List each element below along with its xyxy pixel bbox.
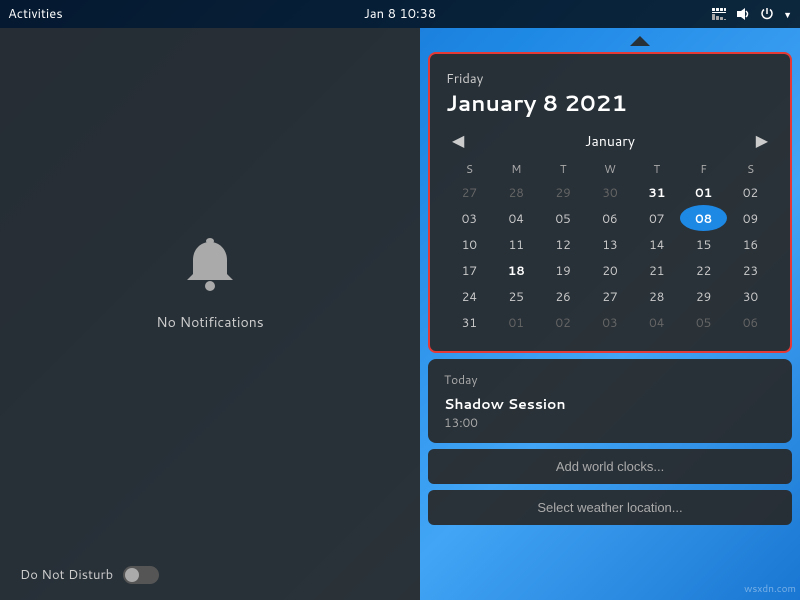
toggle-knob <box>125 568 139 582</box>
cal-day-cell[interactable]: 27 <box>587 283 634 309</box>
power-icon[interactable] <box>759 6 775 22</box>
notifications-panel: No Notifications Do Not Disturb <box>0 28 420 600</box>
cal-day-cell[interactable]: 22 <box>680 257 727 283</box>
cal-day-cell[interactable]: 03 <box>587 309 634 335</box>
dropdown-icon[interactable]: ▼ <box>783 8 792 21</box>
cal-day-cell[interactable]: 02 <box>540 309 587 335</box>
topbar: Activities Jan 8 10:38 <box>0 0 800 28</box>
event-time: 13:00 <box>444 414 776 431</box>
cal-prev-button[interactable]: ◀ <box>446 129 470 153</box>
cal-day-cell[interactable]: 14 <box>633 231 680 257</box>
cal-weekday-header: M <box>493 159 540 179</box>
cal-day-cell[interactable]: 05 <box>680 309 727 335</box>
dnd-toggle[interactable] <box>123 566 159 584</box>
cal-weekday-header: T <box>540 159 587 179</box>
cal-day-cell[interactable]: 25 <box>493 283 540 309</box>
cal-day-cell[interactable]: 07 <box>633 205 680 231</box>
network-icon[interactable] <box>711 6 727 22</box>
cal-day-cell[interactable]: 28 <box>493 179 540 205</box>
topbar-clock[interactable]: Jan 8 10:38 <box>364 5 436 23</box>
cal-week-row: 27282930310102 <box>446 179 774 205</box>
cal-weekday-row: SMTWTFS <box>446 159 774 179</box>
cal-week-row: 03040506070809 <box>446 205 774 231</box>
no-notifications-text: No Notifications <box>156 312 263 332</box>
cal-day-cell[interactable]: 28 <box>633 283 680 309</box>
cal-day-cell[interactable]: 17 <box>446 257 493 283</box>
cal-body: 2728293031010203040506070809101112131415… <box>446 179 774 335</box>
cal-day-cell[interactable]: 12 <box>540 231 587 257</box>
cal-day-cell[interactable]: 03 <box>446 205 493 231</box>
desktop: Activities Jan 8 10:38 <box>0 0 800 600</box>
cal-week-row: 10111213141516 <box>446 231 774 257</box>
panel-overlay: No Notifications Do Not Disturb Friday J… <box>0 28 800 600</box>
cal-day-cell[interactable]: 06 <box>727 309 774 335</box>
cal-day-cell[interactable]: 29 <box>680 283 727 309</box>
cal-day-cell[interactable]: 04 <box>493 205 540 231</box>
cal-day-cell[interactable]: 23 <box>727 257 774 283</box>
cal-week-row: 24252627282930 <box>446 283 774 309</box>
cal-header-date: Friday January 8 2021 <box>446 70 774 119</box>
cal-weekday-header: W <box>587 159 634 179</box>
today-events-card: Today Shadow Session 13:00 <box>428 359 792 443</box>
cal-nav: ◀ January ▶ <box>446 129 774 153</box>
cal-month-label: January <box>585 131 635 151</box>
dnd-label: Do Not Disturb <box>20 566 113 584</box>
cal-day-cell[interactable]: 09 <box>727 205 774 231</box>
cal-day-cell[interactable]: 30 <box>587 179 634 205</box>
cal-day-cell[interactable]: 18 <box>493 257 540 283</box>
cal-day-cell[interactable]: 26 <box>540 283 587 309</box>
topbar-right: ▼ <box>711 6 792 22</box>
cal-weekday-header: T <box>633 159 680 179</box>
cal-weekday-header: S <box>727 159 774 179</box>
cal-day-cell[interactable]: 15 <box>680 231 727 257</box>
cal-day-cell[interactable]: 10 <box>446 231 493 257</box>
today-label: Today <box>444 371 776 388</box>
panel-arrow <box>630 36 650 46</box>
add-world-clocks-button[interactable]: Add world clocks... <box>428 449 792 484</box>
cal-grid: SMTWTFS 27282930310102030405060708091011… <box>446 159 774 335</box>
cal-week-row: 31010203040506 <box>446 309 774 335</box>
cal-day-cell[interactable]: 08 <box>680 205 727 231</box>
topbar-left: Activities <box>8 5 63 23</box>
cal-day-cell[interactable]: 11 <box>493 231 540 257</box>
cal-day-cell[interactable]: 21 <box>633 257 680 283</box>
cal-day-cell[interactable]: 30 <box>727 283 774 309</box>
cal-next-button[interactable]: ▶ <box>750 129 774 153</box>
cal-day-cell[interactable]: 05 <box>540 205 587 231</box>
calendar-card: Friday January 8 2021 ◀ January ▶ SMTWTF… <box>428 52 792 353</box>
watermark: wsxdn.com <box>744 582 796 596</box>
cal-day-cell[interactable]: 20 <box>587 257 634 283</box>
event-title: Shadow Session <box>444 394 776 414</box>
cal-day-cell[interactable]: 02 <box>727 179 774 205</box>
cal-weekday-header: S <box>446 159 493 179</box>
activities-button[interactable]: Activities <box>8 5 63 23</box>
cal-day-name: Friday <box>446 70 774 88</box>
volume-icon[interactable] <box>735 6 751 22</box>
cal-full-date: January 8 2021 <box>446 88 774 119</box>
cal-day-cell[interactable]: 04 <box>633 309 680 335</box>
cal-day-cell[interactable]: 19 <box>540 257 587 283</box>
cal-day-cell[interactable]: 31 <box>633 179 680 205</box>
cal-day-cell[interactable]: 29 <box>540 179 587 205</box>
right-panel: Friday January 8 2021 ◀ January ▶ SMTWTF… <box>420 28 800 600</box>
cal-day-cell[interactable]: 24 <box>446 283 493 309</box>
cal-day-cell[interactable]: 27 <box>446 179 493 205</box>
select-weather-button[interactable]: Select weather location... <box>428 490 792 525</box>
no-notifications-area: No Notifications <box>156 236 263 332</box>
cal-day-cell[interactable]: 16 <box>727 231 774 257</box>
bell-icon <box>182 236 238 302</box>
cal-day-cell[interactable]: 06 <box>587 205 634 231</box>
cal-weekday-header: F <box>680 159 727 179</box>
cal-day-cell[interactable]: 01 <box>493 309 540 335</box>
cal-day-cell[interactable]: 01 <box>680 179 727 205</box>
dnd-bar: Do Not Disturb <box>20 566 159 584</box>
cal-day-cell[interactable]: 13 <box>587 231 634 257</box>
cal-day-cell[interactable]: 31 <box>446 309 493 335</box>
cal-week-row: 17181920212223 <box>446 257 774 283</box>
